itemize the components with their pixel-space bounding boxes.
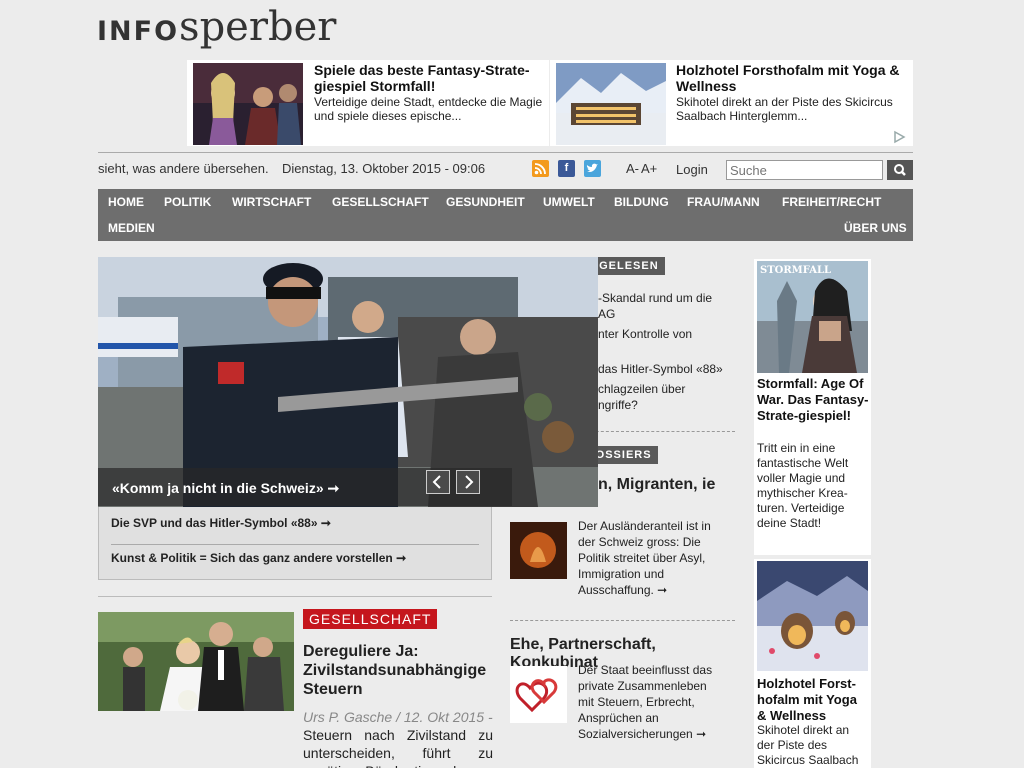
nav-politik[interactable]: POLITIK (164, 195, 211, 209)
ad-image-fantasy (193, 63, 303, 145)
main-navigation: HOME POLITIK WIRTSCHAFT GESELLSCHAFT GES… (98, 189, 913, 241)
nav-frau-mann[interactable]: FRAU/MANN (687, 195, 760, 209)
category-badge[interactable]: GESELLSCHAFT (303, 609, 438, 629)
article-meta: Urs P. Gasche / 12. Okt 2015 - (303, 709, 493, 725)
divider (510, 620, 735, 621)
top-divider (98, 152, 913, 153)
nav-medien[interactable]: MEDIEN (108, 221, 155, 235)
dossier-image-migrants (510, 522, 567, 579)
facebook-icon[interactable]: f (558, 160, 575, 177)
slider-prev-button[interactable] (426, 470, 450, 494)
nav-home[interactable]: HOME (108, 195, 144, 209)
right-ad-image-hotel (757, 561, 868, 671)
login-link[interactable]: Login (676, 162, 708, 177)
right-ad-description: Skihotel direkt an der Piste des Skicirc… (757, 723, 859, 767)
related-link[interactable]: Die SVP und das Hitler-Symbol «88» ➞ (111, 516, 331, 530)
site-logo[interactable]: INFO sperber (97, 4, 336, 56)
related-articles: Die SVP und das Hitler-Symbol «88» ➞ Kun… (98, 507, 492, 580)
font-decrease-button[interactable]: A- (626, 161, 639, 176)
ad-description: Verteidige deine Stadt, entdecke die Mag… (314, 95, 543, 123)
search-button[interactable] (887, 160, 913, 180)
tagline: sieht, was andere übersehen. (98, 161, 269, 176)
right-ad-image-fantasy (757, 261, 868, 373)
ad-title[interactable]: Spiele das beste Fantasy-Strate-giespiel… (314, 62, 544, 94)
twitter-icon[interactable] (584, 160, 601, 177)
nav-bildung[interactable]: BILDUNG (614, 195, 669, 209)
rss-icon[interactable] (532, 160, 549, 177)
most-read-item[interactable]: chlagzeilen über ngriffe? (598, 381, 698, 413)
ad-image-hotel (556, 63, 666, 145)
article-teaser: Steuern nach Zivilstand zu unterscheiden… (303, 727, 493, 768)
top-ad-stormfall[interactable]: Spiele das beste Fantasy-Strate-giespiel… (187, 60, 549, 146)
nav-wirtschaft[interactable]: WIRTSCHAFT (232, 195, 311, 209)
ad-title[interactable]: Holzhotel Forsthofalm mit Yoga & Wellnes… (676, 62, 912, 94)
right-ad-stormfall[interactable]: STORMFALL Stormfall: Age Of War. Das Fan… (754, 259, 871, 555)
right-ad-hotel[interactable]: Holzhotel Forst-hofalm mit Yoga & Wellne… (754, 559, 871, 768)
most-read-item[interactable]: das Hitler-Symbol «88» (598, 361, 732, 377)
chevron-left-icon (432, 475, 441, 489)
nav-ueber-uns[interactable]: ÜBER UNS (844, 221, 907, 235)
ad-description: Skihotel direkt an der Piste des Skicirc… (676, 95, 893, 123)
article-title[interactable]: Dereguliere Ja: Zivilstandsunabhängige S… (303, 642, 493, 699)
search-icon (894, 164, 906, 176)
right-ad-image-text: STORMFALL (760, 265, 832, 276)
logo-part-sperber: sperber (179, 4, 337, 50)
article-image-wedding[interactable] (98, 612, 294, 711)
nav-umwelt[interactable]: UMWELT (543, 195, 595, 209)
search-input[interactable] (726, 160, 883, 180)
chevron-right-icon (465, 475, 474, 489)
dossier-text: Der Ausländeranteil ist in der Schweiz g… (578, 519, 711, 597)
slider-next-button[interactable] (456, 470, 480, 494)
logo-part-info: INFO (97, 16, 180, 47)
nav-gesellschaft[interactable]: GESELLSCHAFT (332, 195, 429, 209)
adchoices-icon[interactable] (892, 130, 906, 144)
divider (98, 596, 492, 597)
most-read-item[interactable]: -Skandal rund um die AG (598, 290, 728, 322)
dossier-text: Der Staat beeinflusst das private Zusamm… (578, 663, 713, 741)
right-ad-title[interactable]: Stormfall: Age Of War. Das Fantasy-Strat… (757, 376, 869, 424)
divider (111, 544, 479, 545)
right-ad-title[interactable]: Holzhotel Forst-hofalm mit Yoga & Wellne… (757, 676, 869, 724)
dossier-title[interactable]: n, Migranten, ie (598, 477, 738, 493)
dossier-image-hearts (510, 666, 567, 723)
nav-freiheit-recht[interactable]: FREIHEIT/RECHT (782, 195, 881, 209)
related-link[interactable]: Kunst & Politik = Sich das ganz andere v… (111, 551, 406, 565)
most-read-item[interactable]: nter Kontrolle von (598, 326, 728, 342)
nav-gesundheit[interactable]: GESUNDHEIT (446, 195, 525, 209)
top-ad-hotel[interactable]: Holzhotel Forsthofalm mit Yoga & Wellnes… (550, 60, 913, 146)
current-date: Dienstag, 13. Oktober 2015 - 09:06 (282, 161, 486, 176)
font-increase-button[interactable]: A+ (641, 161, 657, 176)
right-ad-description: Tritt ein in eine fantastische Welt voll… (757, 441, 849, 530)
